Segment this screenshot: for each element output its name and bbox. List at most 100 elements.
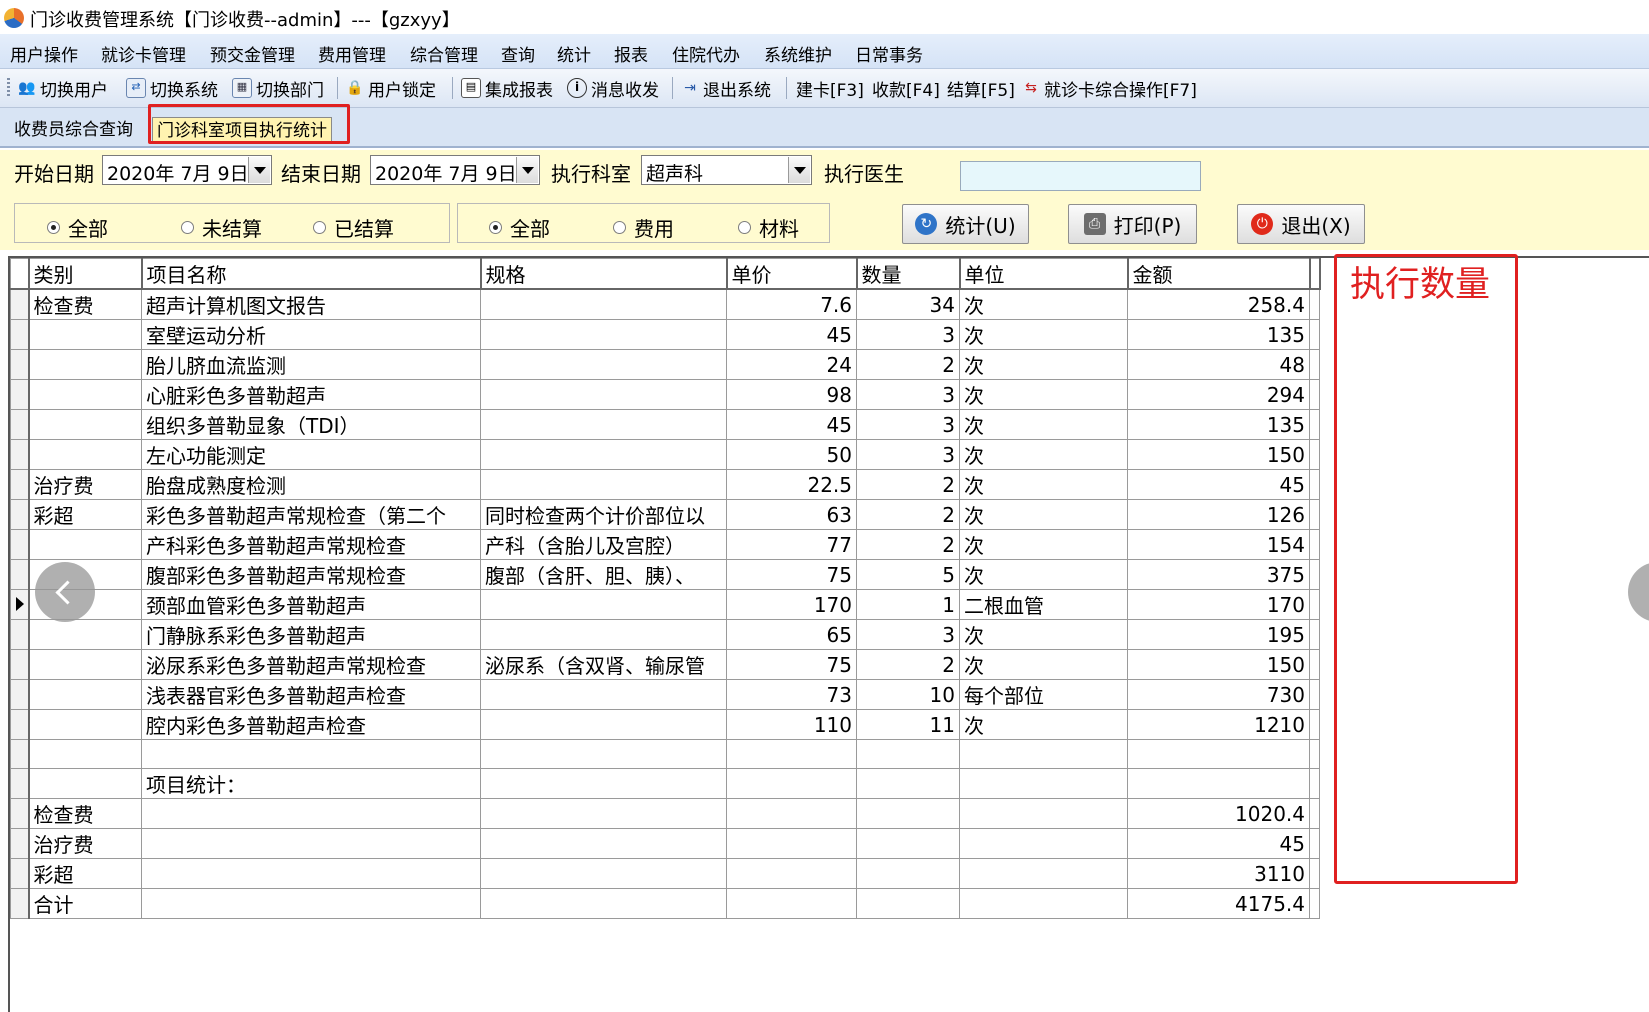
- cell-exec-quantity[interactable]: [1309, 858, 1320, 889]
- toolbar-grip[interactable]: [7, 78, 10, 98]
- cell-amount[interactable]: 170: [1127, 589, 1310, 620]
- row-indicator[interactable]: [10, 709, 30, 740]
- exec-doctor-input[interactable]: [960, 161, 1201, 191]
- menu-system-maint[interactable]: 系统维护: [764, 41, 832, 66]
- cell-exec-quantity[interactable]: [1309, 499, 1320, 530]
- cell-item-name[interactable]: 浅表器官彩色多普勒超声检查: [141, 679, 481, 710]
- menu-reports[interactable]: 报表: [614, 41, 648, 66]
- cell-spec[interactable]: [480, 619, 727, 650]
- cell-unit[interactable]: [959, 798, 1128, 829]
- cell-unit[interactable]: 次: [959, 649, 1128, 680]
- cell-unit-price[interactable]: [726, 888, 857, 919]
- switch-dept-button[interactable]: ▦ 切换部门: [232, 76, 324, 101]
- cell-unit-price[interactable]: 63: [726, 499, 857, 530]
- cell-spec[interactable]: [480, 679, 727, 710]
- cell-unit[interactable]: 次: [959, 469, 1128, 500]
- exit-system-button[interactable]: ⇥ 退出系统: [681, 76, 771, 101]
- cell-category[interactable]: [28, 529, 142, 560]
- cell-spec[interactable]: [480, 409, 727, 440]
- print-button[interactable]: ⎙ 打印(P): [1068, 204, 1197, 244]
- cell-item-name[interactable]: 心脏彩色多普勒超声: [141, 379, 481, 410]
- cell-unit[interactable]: [959, 768, 1128, 799]
- radio-status-settled[interactable]: 已结算: [313, 213, 394, 242]
- cell-spec[interactable]: [480, 739, 727, 769]
- cell-unit-price[interactable]: [726, 739, 857, 769]
- cell-amount[interactable]: 1020.4: [1127, 798, 1310, 829]
- cell-unit[interactable]: [959, 739, 1128, 769]
- cell-unit[interactable]: 次: [959, 499, 1128, 530]
- cell-amount[interactable]: 258.4: [1127, 288, 1310, 320]
- row-indicator[interactable]: [10, 499, 30, 530]
- table-row[interactable]: 治疗费 45: [10, 828, 1320, 859]
- cell-quantity[interactable]: [856, 798, 960, 829]
- cell-unit-price[interactable]: [726, 768, 857, 799]
- row-indicator[interactable]: [10, 739, 30, 769]
- table-row[interactable]: 泌尿系彩色多普勒超声常规检查 泌尿系（含双肾、输尿管 75 2 次 150: [10, 649, 1320, 680]
- row-indicator[interactable]: [10, 798, 30, 829]
- cell-exec-quantity[interactable]: [1309, 739, 1320, 769]
- chevron-down-icon[interactable]: [248, 157, 270, 183]
- cell-unit-price[interactable]: 24: [726, 349, 857, 380]
- cell-spec[interactable]: [480, 858, 727, 889]
- col-header-exec-quantity[interactable]: [1309, 258, 1321, 290]
- end-date-picker[interactable]: 2020年 7月 9日: [370, 155, 540, 185]
- cell-item-name[interactable]: 组织多普勒显象（TDI）: [141, 409, 481, 440]
- menu-statistics[interactable]: 统计: [557, 41, 591, 66]
- cell-quantity[interactable]: 11: [856, 709, 960, 740]
- exit-button[interactable]: ⏻ 退出(X): [1237, 204, 1365, 244]
- cell-quantity[interactable]: 10: [856, 679, 960, 710]
- col-header-unit-price[interactable]: 单价: [726, 258, 858, 290]
- cell-unit-price[interactable]: 77: [726, 529, 857, 560]
- row-indicator[interactable]: [10, 649, 30, 680]
- menu-daily-affairs[interactable]: 日常事务: [855, 41, 923, 66]
- cell-exec-quantity[interactable]: [1309, 288, 1320, 320]
- chevron-down-icon[interactable]: [516, 157, 538, 183]
- row-indicator[interactable]: [10, 379, 30, 410]
- cell-unit-price[interactable]: 65: [726, 619, 857, 650]
- cell-unit-price[interactable]: 7.6: [726, 288, 857, 320]
- cell-quantity[interactable]: [856, 858, 960, 889]
- cell-quantity[interactable]: 5: [856, 559, 960, 590]
- cell-spec[interactable]: 产科（含胎儿及宫腔）: [480, 529, 727, 560]
- cell-amount[interactable]: [1127, 768, 1310, 799]
- row-indicator[interactable]: [10, 768, 30, 799]
- cell-unit-price[interactable]: 50: [726, 439, 857, 470]
- cell-exec-quantity[interactable]: [1309, 349, 1320, 380]
- menu-fee-mgmt[interactable]: 费用管理: [318, 41, 386, 66]
- cell-exec-quantity[interactable]: [1309, 439, 1320, 470]
- cell-unit-price[interactable]: 45: [726, 319, 857, 350]
- cell-item-name[interactable]: 胎盘成熟度检测: [141, 469, 481, 500]
- table-row[interactable]: 浅表器官彩色多普勒超声检查 73 10 每个部位 730: [10, 679, 1320, 710]
- cell-quantity[interactable]: 2: [856, 649, 960, 680]
- cell-quantity[interactable]: 3: [856, 619, 960, 650]
- cell-unit-price[interactable]: 73: [726, 679, 857, 710]
- cell-unit[interactable]: 次: [959, 529, 1128, 560]
- table-row[interactable]: 组织多普勒显象（TDI） 45 3 次 135: [10, 409, 1320, 440]
- cell-item-name[interactable]: [141, 828, 481, 859]
- row-indicator[interactable]: [10, 288, 30, 320]
- col-header-spec[interactable]: 规格: [480, 258, 728, 290]
- user-lock-button[interactable]: 🔒 用户锁定: [346, 76, 436, 101]
- cell-category[interactable]: [28, 619, 142, 650]
- cell-exec-quantity[interactable]: [1309, 709, 1320, 740]
- cell-category[interactable]: [28, 649, 142, 680]
- table-row[interactable]: 检查费 超声计算机图文报告 7.6 34 次 258.4: [10, 288, 1320, 320]
- cell-category[interactable]: [28, 409, 142, 440]
- table-row[interactable]: 腹部彩色多普勒超声常规检查 腹部（含肝、胆、胰）、 75 5 次 375: [10, 559, 1320, 590]
- cell-quantity[interactable]: 2: [856, 349, 960, 380]
- cell-unit[interactable]: [959, 888, 1128, 919]
- table-row[interactable]: 产科彩色多普勒超声常规检查 产科（含胎儿及宫腔） 77 2 次 154: [10, 529, 1320, 560]
- cell-category[interactable]: 彩超: [28, 499, 142, 530]
- cell-unit[interactable]: 次: [959, 349, 1128, 380]
- cell-unit[interactable]: 二根血管: [959, 589, 1128, 620]
- table-row[interactable]: 检查费 1020.4: [10, 798, 1320, 829]
- cell-exec-quantity[interactable]: [1309, 888, 1320, 919]
- table-row[interactable]: 室壁运动分析 45 3 次 135: [10, 319, 1320, 350]
- cell-unit[interactable]: 每个部位: [959, 679, 1128, 710]
- cell-quantity[interactable]: 1: [856, 589, 960, 620]
- cell-spec[interactable]: [480, 828, 727, 859]
- cell-category[interactable]: 治疗费: [28, 469, 142, 500]
- menu-deposit-mgmt[interactable]: 预交金管理: [210, 41, 295, 66]
- row-indicator[interactable]: [10, 858, 30, 889]
- cell-amount[interactable]: 126: [1127, 499, 1310, 530]
